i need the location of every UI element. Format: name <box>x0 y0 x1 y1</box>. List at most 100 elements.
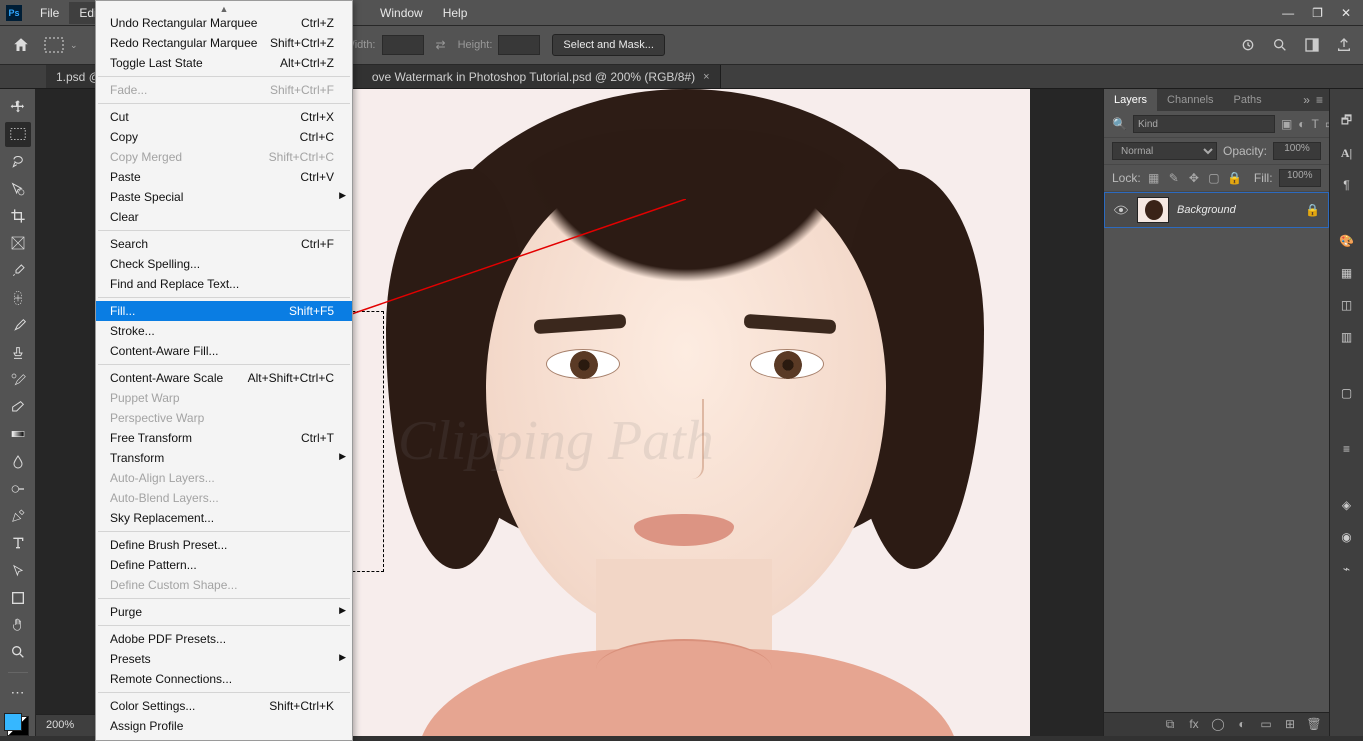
dock-channels-icon[interactable]: ◉ <box>1337 527 1357 547</box>
pen-tool[interactable] <box>5 504 31 528</box>
window-close[interactable]: ✕ <box>1341 6 1351 20</box>
crop-tool[interactable] <box>5 204 31 228</box>
menu-item-fill[interactable]: Fill...Shift+F5 <box>96 301 352 321</box>
dock-paths-icon[interactable]: ⌁ <box>1337 559 1357 579</box>
hand-tool[interactable] <box>5 613 31 637</box>
blend-mode-select[interactable]: Normal <box>1112 142 1217 160</box>
menu-item-toggle-last-state[interactable]: Toggle Last StateAlt+Ctrl+Z <box>96 53 352 73</box>
menu-scroll-up[interactable]: ▲ <box>96 5 352 13</box>
opacity-value[interactable]: 100% <box>1273 142 1321 160</box>
panel-menu-icon[interactable]: ≡ <box>1316 93 1323 107</box>
stamp-tool[interactable] <box>5 340 31 364</box>
dock-swatches-icon[interactable]: ▦ <box>1337 263 1357 283</box>
workspace-icon[interactable] <box>1303 36 1321 54</box>
menu-item-transform[interactable]: Transform▶ <box>96 448 352 468</box>
dock-paragraph-icon[interactable]: ¶ <box>1337 175 1357 195</box>
zoom-tool[interactable] <box>5 640 31 664</box>
menu-item-sky-replacement[interactable]: Sky Replacement... <box>96 508 352 528</box>
menu-item-paste-special[interactable]: Paste Special▶ <box>96 187 352 207</box>
new-layer-icon[interactable]: ⊞ <box>1283 717 1297 732</box>
panel-collapse-icon[interactable]: » <box>1303 93 1310 107</box>
eyedropper-tool[interactable] <box>5 259 31 283</box>
menu-item-adobe-pdf-presets[interactable]: Adobe PDF Presets... <box>96 629 352 649</box>
menu-item-check-spelling[interactable]: Check Spelling... <box>96 254 352 274</box>
brush-tool[interactable] <box>5 313 31 337</box>
menu-item-presets[interactable]: Presets▶ <box>96 649 352 669</box>
lock-artboard-icon[interactable]: ▢ <box>1207 170 1221 186</box>
dock-gradients-icon[interactable]: ◫ <box>1337 295 1357 315</box>
edit-toolbar[interactable]: ⋯ <box>5 680 31 704</box>
menu-item-stroke[interactable]: Stroke... <box>96 321 352 341</box>
dock-character-icon[interactable]: A| <box>1337 143 1357 163</box>
layer-row-background[interactable]: Background 🔒 <box>1104 192 1329 228</box>
window-minimize[interactable]: — <box>1282 6 1294 20</box>
menu-item-copy[interactable]: CopyCtrl+C <box>96 127 352 147</box>
path-select-tool[interactable] <box>5 559 31 583</box>
menu-item-redo-rectangular-marquee[interactable]: Redo Rectangular MarqueeShift+Ctrl+Z <box>96 33 352 53</box>
dock-adjustments-icon[interactable]: ≡ <box>1337 439 1357 459</box>
lock-all-icon[interactable]: 🔒 <box>1227 170 1242 186</box>
lasso-tool[interactable] <box>5 150 31 174</box>
menu-item-clear[interactable]: Clear <box>96 207 352 227</box>
fx-icon[interactable]: fx <box>1187 717 1201 732</box>
lock-pixel-icon[interactable]: ✎ <box>1167 170 1181 186</box>
menu-item-paste[interactable]: PasteCtrl+V <box>96 167 352 187</box>
shape-tool[interactable] <box>5 586 31 610</box>
adjustment-icon[interactable]: ◐ <box>1235 717 1249 732</box>
menu-file[interactable]: File <box>30 2 69 24</box>
move-tool[interactable] <box>5 95 31 119</box>
menu-item-find-and-replace-text[interactable]: Find and Replace Text... <box>96 274 352 294</box>
menu-item-content-aware-scale[interactable]: Content-Aware ScaleAlt+Shift+Ctrl+C <box>96 368 352 388</box>
filter-adjust-icon[interactable]: ◐ <box>1298 116 1305 132</box>
eraser-tool[interactable] <box>5 395 31 419</box>
lock-position-icon[interactable]: ✥ <box>1187 170 1201 186</box>
menu-item-free-transform[interactable]: Free TransformCtrl+T <box>96 428 352 448</box>
healing-tool[interactable] <box>5 286 31 310</box>
menu-item-remote-connections[interactable]: Remote Connections... <box>96 669 352 689</box>
marquee-tool[interactable] <box>5 122 31 146</box>
layer-filter-input[interactable] <box>1133 115 1275 133</box>
quick-select-tool[interactable] <box>5 177 31 201</box>
marquee-tool-indicator[interactable]: ⌄ <box>44 37 78 53</box>
link-layers-icon[interactable]: ⧉ <box>1163 717 1177 732</box>
menu-item-undo-rectangular-marquee[interactable]: Undo Rectangular MarqueeCtrl+Z <box>96 13 352 33</box>
dock-patterns-icon[interactable]: ▥ <box>1337 327 1357 347</box>
search-icon[interactable] <box>1271 36 1289 54</box>
window-restore[interactable]: ❐ <box>1312 6 1323 20</box>
tab-close-icon[interactable]: × <box>703 71 709 83</box>
home-button[interactable] <box>10 34 32 56</box>
tab-paths[interactable]: Paths <box>1224 89 1272 111</box>
frame-tool[interactable] <box>5 231 31 255</box>
menu-item-purge[interactable]: Purge▶ <box>96 602 352 622</box>
dock-properties-icon[interactable]: ▢ <box>1337 383 1357 403</box>
dock-color-icon[interactable]: 🎨 <box>1337 231 1357 251</box>
mask-icon[interactable]: ◯ <box>1211 717 1225 732</box>
group-icon[interactable]: ▭ <box>1259 717 1273 732</box>
lock-transparency-icon[interactable]: ▦ <box>1147 170 1161 186</box>
menu-item-content-aware-fill[interactable]: Content-Aware Fill... <box>96 341 352 361</box>
trash-icon[interactable]: 🗑 <box>1307 717 1321 732</box>
menu-item-search[interactable]: SearchCtrl+F <box>96 234 352 254</box>
dock-layers-icon[interactable]: ◈ <box>1337 495 1357 515</box>
gradient-tool[interactable] <box>5 422 31 446</box>
color-swatch[interactable] <box>7 716 29 737</box>
filter-image-icon[interactable]: ▣ <box>1281 116 1292 132</box>
menu-item-color-settings[interactable]: Color Settings...Shift+Ctrl+K <box>96 696 352 716</box>
tab-layers[interactable]: Layers <box>1104 89 1157 111</box>
dock-brushes-icon[interactable]: 🗗 <box>1337 111 1357 131</box>
menu-item-assign-profile[interactable]: Assign Profile <box>96 716 352 736</box>
history-brush-tool[interactable] <box>5 368 31 392</box>
type-tool[interactable] <box>5 531 31 555</box>
fill-value[interactable]: 100% <box>1279 169 1321 187</box>
tab-channels[interactable]: Channels <box>1157 89 1223 111</box>
menu-window[interactable]: Window <box>370 2 433 24</box>
menu-help[interactable]: Help <box>433 2 478 24</box>
blur-tool[interactable] <box>5 449 31 473</box>
dodge-tool[interactable] <box>5 477 31 501</box>
share-icon[interactable] <box>1335 36 1353 54</box>
menu-item-define-pattern[interactable]: Define Pattern... <box>96 555 352 575</box>
filter-type-icon[interactable]: T <box>1312 116 1319 132</box>
visibility-icon[interactable] <box>1113 204 1129 216</box>
menu-item-define-brush-preset[interactable]: Define Brush Preset... <box>96 535 352 555</box>
cloud-docs-icon[interactable] <box>1239 36 1257 54</box>
